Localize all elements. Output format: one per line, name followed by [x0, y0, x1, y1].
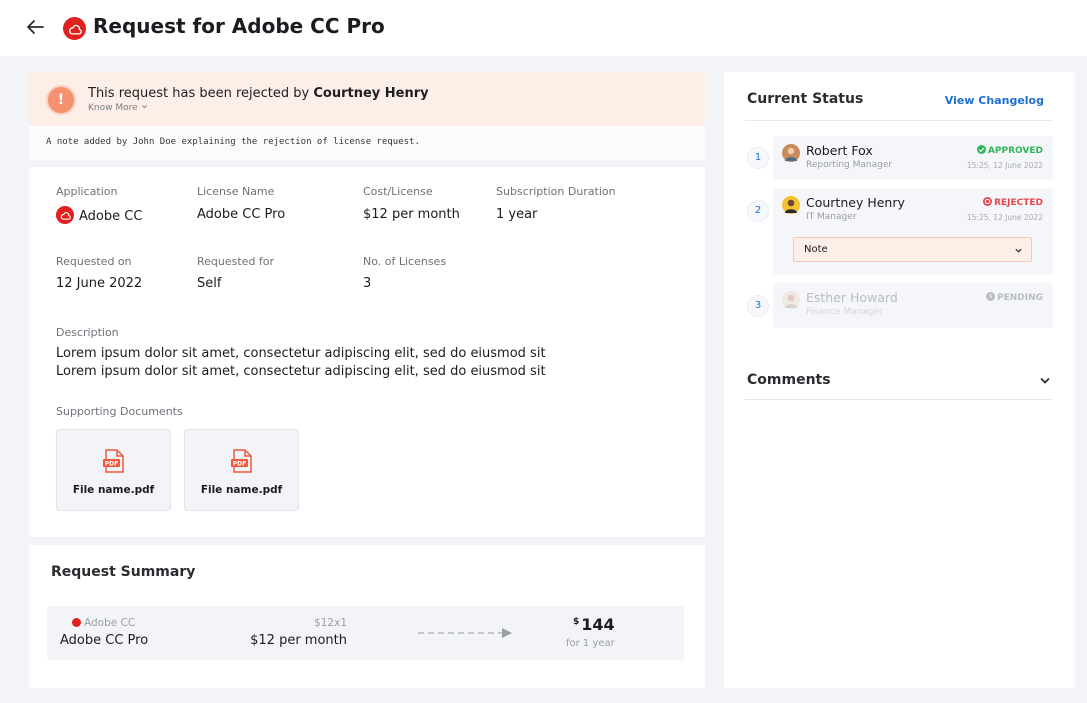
- avatar: [782, 144, 800, 162]
- pdf-file-icon: PDF: [231, 449, 252, 473]
- page-title: Request for Adobe CC Pro: [93, 14, 385, 38]
- summary-period: for 1 year: [566, 638, 615, 649]
- requested-for-label: Requested for: [197, 255, 275, 268]
- summary-app: Adobe CC: [72, 617, 135, 629]
- pdf-file-icon: PDF: [103, 449, 124, 473]
- step-number: 2: [747, 200, 769, 222]
- adobe-cc-logo-icon: [63, 17, 86, 40]
- documents-label: Supporting Documents: [56, 405, 183, 418]
- license-name-label: License Name: [197, 185, 275, 198]
- alert-message: This request has been rejected by Courtn…: [88, 86, 429, 101]
- requested-on-label: Requested on: [56, 255, 132, 268]
- divider: [745, 120, 1052, 121]
- licenses-label: No. of Licenses: [363, 255, 447, 268]
- summary-title: Request Summary: [51, 564, 196, 580]
- requested-on-value: 12 June 2022: [56, 276, 143, 291]
- request-details-card: Application Adobe CC License Name Adobe …: [29, 167, 705, 537]
- status-badge: APPROVED: [976, 145, 1043, 156]
- document-name: File name.pdf: [200, 484, 283, 496]
- view-changelog-link[interactable]: View Changelog: [945, 94, 1044, 107]
- pdf-badge-text: PDF: [105, 461, 118, 468]
- approver-item: Robert Fox Reporting Manager APPROVED 15…: [773, 136, 1053, 180]
- description-label: Description: [56, 326, 119, 339]
- adobe-cc-logo-icon: [72, 618, 81, 627]
- licenses-value: 3: [363, 276, 372, 291]
- rejected-by-name: Courtney Henry: [313, 86, 429, 101]
- pdf-badge-text: PDF: [233, 461, 246, 468]
- rejection-time: 15:25, 12 June 2022: [966, 213, 1043, 222]
- avatar: [782, 196, 800, 214]
- document-name: File name.pdf: [72, 484, 155, 496]
- license-name-value: Adobe CC Pro: [197, 207, 286, 222]
- approver-role: IT Manager: [806, 212, 857, 222]
- step-number: 1: [747, 147, 769, 169]
- chevron-down-icon[interactable]: [1039, 375, 1051, 387]
- summary-row: Adobe CC Adobe CC Pro $12x1 $12 per mont…: [47, 606, 684, 660]
- step-number: 3: [747, 295, 769, 317]
- approver-name: Courtney Henry: [806, 195, 905, 210]
- approval-time: 15:25, 12 June 2022: [966, 161, 1043, 170]
- pending-icon: [985, 292, 995, 301]
- rejection-alert: ! This request has been rejected by Cour…: [29, 72, 705, 126]
- current-status-card: Current Status View Changelog 1 Robert F…: [724, 72, 1075, 688]
- top-bar: Request for Adobe CC Pro: [0, 0, 1087, 56]
- summary-multiplier: $12x1: [314, 617, 347, 629]
- chevron-down-icon: [1015, 248, 1022, 253]
- approver-role: Finance Manager: [806, 307, 883, 317]
- chevron-down-icon: [141, 105, 147, 109]
- approver-role: Reporting Manager: [806, 160, 893, 170]
- avatar: [782, 291, 800, 309]
- document-card[interactable]: PDF File name.pdf: [56, 429, 171, 511]
- request-summary-card: Request Summary Adobe CC Adobe CC Pro $1…: [29, 545, 705, 688]
- rejection-note-text: A note added by John Doe explaining the …: [46, 137, 420, 147]
- back-arrow-icon[interactable]: [24, 16, 46, 38]
- comments-title[interactable]: Comments: [747, 372, 831, 388]
- note-dropdown[interactable]: Note: [793, 237, 1032, 262]
- requested-for-value: Self: [197, 276, 222, 291]
- approver-item: Courtney Henry IT Manager REJECTED 15:25…: [773, 188, 1053, 275]
- duration-value: 1 year: [496, 207, 538, 222]
- adobe-cc-logo-icon: [56, 206, 74, 224]
- summary-license: Adobe CC Pro: [60, 633, 149, 648]
- approver-name: Esther Howard: [806, 290, 898, 305]
- reject-icon: [983, 197, 993, 206]
- application-value: Adobe CC: [56, 206, 142, 224]
- cost-label: Cost/License: [363, 185, 433, 198]
- approver-item: Esther Howard Finance Manager PENDING: [773, 283, 1053, 328]
- description-value: Lorem ipsum dolor sit amet, consectetur …: [56, 346, 546, 379]
- alert-exclamation-icon: !: [46, 85, 76, 115]
- check-icon: [976, 145, 986, 154]
- status-badge: REJECTED: [983, 197, 1043, 208]
- approver-name: Robert Fox: [806, 143, 873, 158]
- divider: [745, 399, 1052, 400]
- status-title: Current Status: [747, 91, 864, 107]
- duration-label: Subscription Duration: [496, 185, 616, 198]
- document-card[interactable]: PDF File name.pdf: [184, 429, 299, 511]
- application-label: Application: [56, 185, 118, 198]
- status-badge: PENDING: [985, 292, 1043, 303]
- dashed-arrow-icon: [418, 628, 512, 638]
- summary-cost: $12 per month: [250, 633, 347, 648]
- rejection-note: A note added by John Doe explaining the …: [29, 126, 705, 160]
- cost-value: $12 per month: [363, 207, 460, 222]
- summary-total: $144: [573, 615, 615, 634]
- know-more-link[interactable]: Know More: [88, 103, 148, 113]
